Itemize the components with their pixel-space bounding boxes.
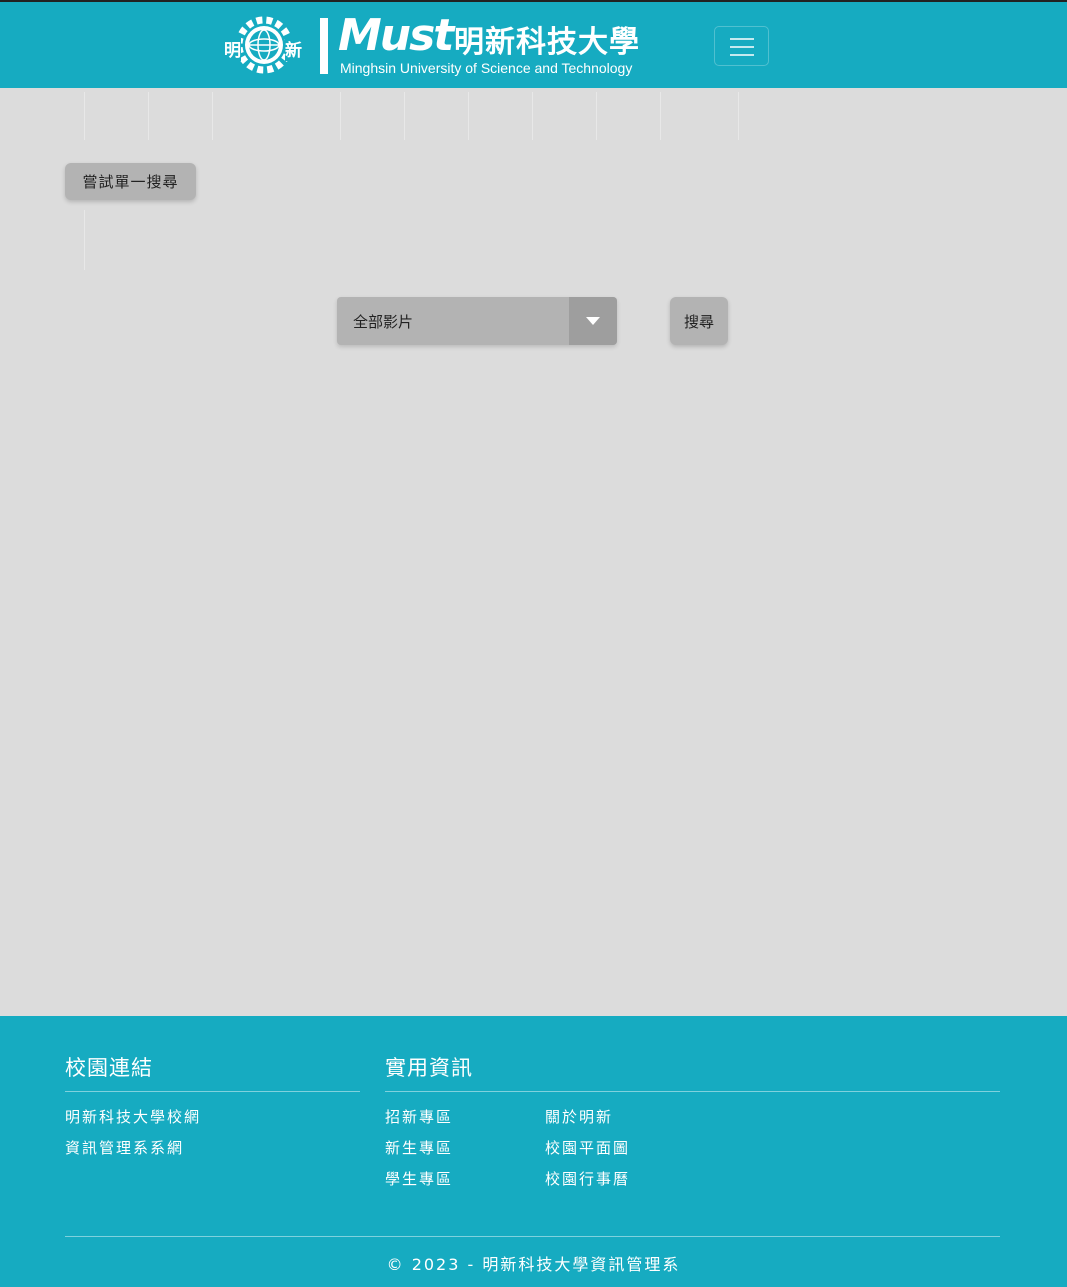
ghost-divider — [738, 92, 739, 140]
hamburger-icon — [730, 38, 754, 40]
logo-chinese-name: 明新科技大學 — [454, 25, 640, 60]
logo-badge-left: 明 — [224, 36, 241, 61]
logo-brand-text: Must — [338, 10, 454, 61]
ghost-divider — [340, 92, 341, 140]
site-footer: 校園連結 明新科技大學校網 資訊管理系系網 實用資訊 招新專區 新生專區 學生專… — [0, 1016, 1067, 1287]
footer-link-admissions[interactable]: 招新專區 — [385, 1106, 453, 1127]
search-button[interactable]: 搜尋 — [670, 297, 728, 345]
logo-english-name: Minghsin University of Science and Techn… — [340, 60, 633, 76]
useful-info-divider — [385, 1091, 1000, 1092]
footer-link-students[interactable]: 學生專區 — [385, 1168, 453, 1189]
video-category-select[interactable]: 全部影片 — [337, 297, 617, 345]
ghost-divider — [596, 92, 597, 140]
footer-link-campus-map[interactable]: 校園平面圖 — [545, 1137, 630, 1158]
ghost-divider — [532, 92, 533, 140]
logo-badge-right: 新 — [285, 36, 302, 61]
campus-links-heading: 校園連結 — [65, 1056, 153, 1080]
footer-link-department[interactable]: 資訊管理系系網 — [65, 1137, 184, 1158]
footer-link-freshmen[interactable]: 新生專區 — [385, 1137, 453, 1158]
navbar-toggle-button[interactable] — [714, 26, 769, 66]
copyright-text: © 2023 - 明新科技大學資訊管理系 — [386, 1255, 681, 1274]
campus-links-divider — [65, 1091, 360, 1092]
logo-divider — [320, 18, 328, 74]
ghost-divider — [468, 92, 469, 140]
category-select-value: 全部影片 — [353, 313, 414, 331]
top-navbar: 明 新 Must 明新科技大學 Minghsin University of S… — [0, 0, 1067, 88]
footer-link-university[interactable]: 明新科技大學校網 — [65, 1106, 201, 1127]
try-single-search-button[interactable]: 嘗試單一搜尋 — [65, 163, 196, 200]
ghost-divider — [212, 92, 213, 140]
select-toggle[interactable] — [569, 297, 617, 345]
ghost-divider — [84, 92, 85, 140]
ghost-divider — [84, 210, 85, 270]
hamburger-icon-bar — [730, 46, 754, 48]
footer-link-calendar[interactable]: 校園行事曆 — [545, 1168, 630, 1189]
ghost-divider — [404, 92, 405, 140]
useful-info-heading: 實用資訊 — [385, 1056, 473, 1080]
caret-down-icon — [586, 317, 600, 325]
hamburger-icon-bar — [730, 54, 754, 56]
ghost-divider — [660, 92, 661, 140]
university-logo[interactable]: 明 新 Must 明新科技大學 Minghsin University of S… — [222, 10, 662, 80]
footer-bottom-divider — [65, 1236, 1000, 1237]
ghost-divider — [148, 92, 149, 140]
footer-link-about[interactable]: 關於明新 — [545, 1106, 613, 1127]
